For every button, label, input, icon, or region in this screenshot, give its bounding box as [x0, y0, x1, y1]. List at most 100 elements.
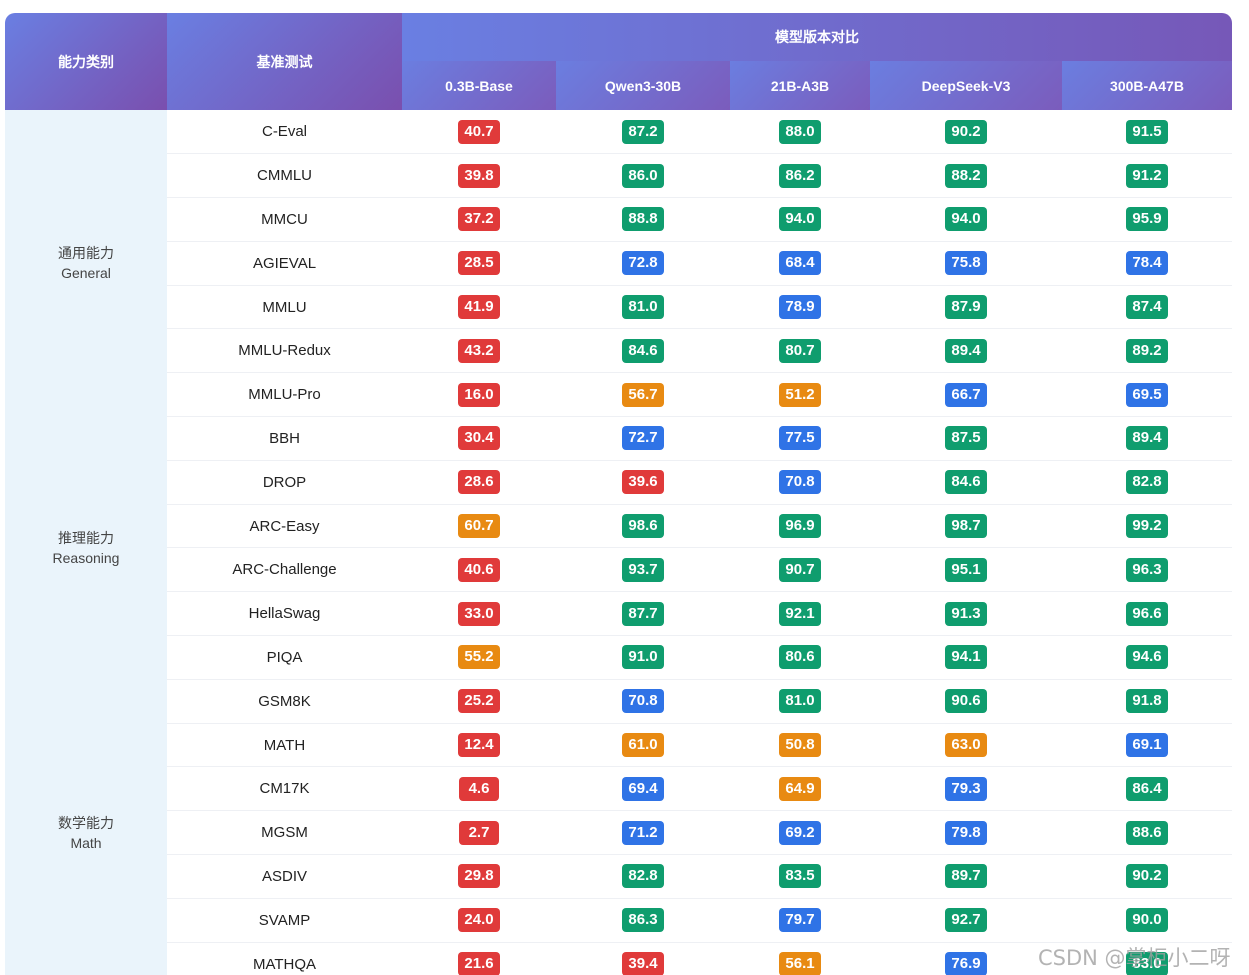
score-badge: 28.5: [458, 251, 500, 276]
score-cell: 4.6: [402, 766, 556, 812]
score-cell: 90.2: [870, 110, 1062, 155]
score-cell: 91.5: [1062, 110, 1232, 155]
score-badge: 69.5: [1126, 382, 1168, 407]
score-badge: 92.7: [945, 908, 987, 933]
score-badge: 94.1: [945, 645, 987, 670]
header-model: 21B-A3B: [730, 61, 870, 110]
table-row: 数学能力 Math GSM8K 25.2 70.8 81.0 90.6 91.8: [5, 679, 1232, 975]
score-cell: 87.7: [556, 591, 730, 637]
header-model: Qwen3-30B: [556, 61, 730, 110]
score-cell: 86.3: [556, 898, 730, 943]
benchmark-name: BBH: [167, 416, 402, 461]
score-badge: 95.1: [945, 557, 987, 582]
score-badge: 96.3: [1126, 557, 1168, 582]
table-row: HellaSwag 33.0 87.7 92.1 91.3 96.6: [5, 591, 1232, 637]
score-cell: 69.1: [1062, 723, 1232, 768]
score-cell: 84.6: [556, 328, 730, 374]
score-cell: 79.8: [870, 810, 1062, 856]
score-badge: 39.4: [622, 952, 664, 975]
score-badge: 43.2: [458, 338, 500, 363]
score-badge: 63.0: [945, 733, 987, 758]
score-cell: 99.2: [1062, 504, 1232, 549]
score-cell: 87.5: [870, 416, 1062, 461]
table-row: MMLU-Pro 16.0 56.7 51.2 66.7 69.5: [5, 372, 1232, 418]
score-badge: 89.2: [1126, 338, 1168, 363]
score-badge: 78.4: [1126, 251, 1168, 276]
score-cell: 91.0: [556, 635, 730, 680]
score-badge: 56.7: [622, 382, 664, 407]
score-badge: 69.1: [1126, 733, 1168, 758]
score-cell: 95.1: [870, 547, 1062, 593]
score-badge: 90.6: [945, 689, 987, 714]
score-badge: 61.0: [622, 733, 664, 758]
score-cell: 21.6: [402, 942, 556, 975]
score-cell: 50.8: [730, 723, 870, 768]
score-badge: 96.6: [1126, 601, 1168, 626]
score-cell: 24.0: [402, 898, 556, 943]
score-badge: 95.9: [1126, 207, 1168, 232]
score-badge: 76.9: [945, 952, 987, 975]
benchmark-name: MMLU-Redux: [167, 328, 402, 374]
score-badge: 92.1: [779, 601, 821, 626]
category-cell: 数学能力 Math: [5, 679, 167, 975]
score-cell: 91.2: [1062, 153, 1232, 199]
score-badge: 94.6: [1126, 645, 1168, 670]
score-badge: 40.6: [458, 557, 500, 582]
category-name-cn: 推理能力: [58, 529, 114, 546]
score-cell: 86.4: [1062, 766, 1232, 812]
score-badge: 80.6: [779, 645, 821, 670]
score-badge: 70.8: [622, 689, 664, 714]
score-badge: 29.8: [458, 864, 500, 889]
score-badge: 90.7: [779, 557, 821, 582]
score-badge: 84.6: [622, 338, 664, 363]
score-badge: 91.2: [1126, 163, 1168, 188]
score-cell: 87.2: [556, 110, 730, 155]
score-badge: 86.2: [779, 163, 821, 188]
benchmark-name: MGSM: [167, 810, 402, 856]
score-badge: 93.7: [622, 557, 664, 582]
score-cell: 70.8: [556, 679, 730, 724]
score-cell: 89.7: [870, 854, 1062, 899]
score-badge: 39.6: [622, 470, 664, 495]
table-row: ARC-Challenge 40.6 93.7 90.7 95.1 96.3: [5, 547, 1232, 593]
score-cell: 86.2: [730, 153, 870, 199]
score-cell: 88.0: [730, 110, 870, 155]
score-badge: 86.0: [622, 163, 664, 188]
score-badge: 77.5: [779, 426, 821, 451]
header-model-group: 模型版本对比: [402, 13, 1232, 61]
score-cell: 70.8: [730, 460, 870, 505]
score-cell: 51.2: [730, 372, 870, 418]
benchmark-name: ASDIV: [167, 854, 402, 899]
score-cell: 84.6: [870, 460, 1062, 505]
benchmark-name: DROP: [167, 460, 402, 505]
table-row: 通用能力 General C-Eval 40.7 87.2 88.0 90.2 91.5: [5, 110, 1232, 417]
category-name-en: Reasoning: [52, 549, 120, 566]
score-badge: 83.5: [779, 864, 821, 889]
score-badge: 99.2: [1126, 514, 1168, 539]
score-cell: 72.8: [556, 241, 730, 286]
category-name-en: General: [61, 265, 111, 282]
score-cell: 88.2: [870, 153, 1062, 199]
score-cell: 90.2: [1062, 854, 1232, 899]
score-badge: 16.0: [458, 382, 500, 407]
score-badge: 2.7: [459, 820, 499, 845]
score-cell: 61.0: [556, 723, 730, 768]
score-cell: 41.9: [402, 285, 556, 330]
score-badge: 86.4: [1126, 776, 1168, 801]
score-cell: 83.5: [730, 854, 870, 899]
benchmark-name: MMCU: [167, 197, 402, 242]
header-model: 300B-A47B: [1062, 61, 1232, 110]
score-cell: 69.2: [730, 810, 870, 856]
score-cell: 39.6: [556, 460, 730, 505]
table-row: AGIEVAL 28.5 72.8 68.4 75.8 78.4: [5, 241, 1232, 286]
benchmark-name: MATH: [167, 723, 402, 768]
score-cell: 82.8: [556, 854, 730, 899]
score-cell: 92.7: [870, 898, 1062, 943]
table-row: MMLU-Redux 43.2 84.6 80.7 89.4 89.2: [5, 328, 1232, 374]
table-row: MATH 12.4 61.0 50.8 63.0 69.1: [5, 723, 1232, 768]
score-cell: 90.7: [730, 547, 870, 593]
score-cell: 33.0: [402, 591, 556, 637]
score-cell: 79.7: [730, 898, 870, 943]
score-badge: 69.4: [622, 776, 664, 801]
score-cell: 60.7: [402, 504, 556, 549]
